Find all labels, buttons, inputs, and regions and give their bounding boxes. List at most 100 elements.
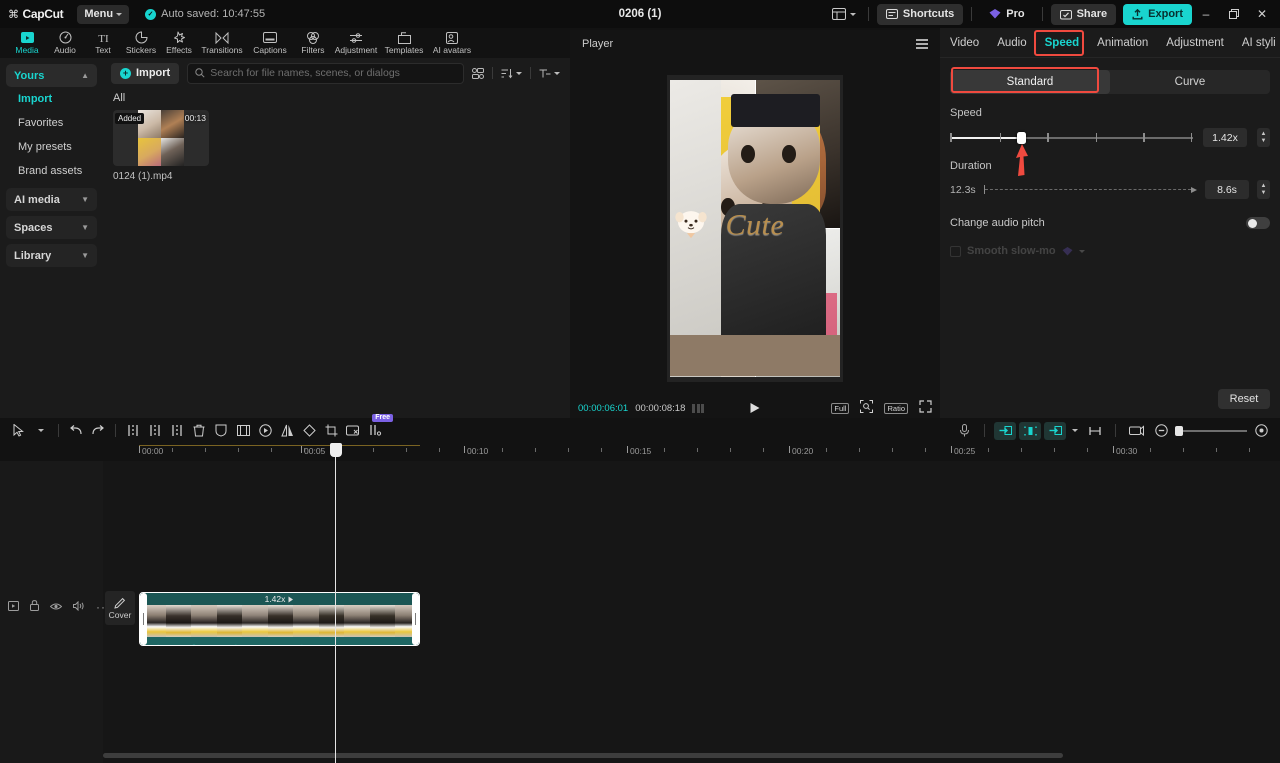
delete-button[interactable] [188,420,210,442]
redo-button[interactable] [87,420,109,442]
cover-button[interactable]: Cover [105,591,135,625]
layout-button[interactable] [828,6,860,22]
sidebar-item-favorites[interactable]: Favorites [6,111,97,135]
track-lock-toggle[interactable] [30,598,39,616]
remove-bg-button[interactable] [342,420,364,442]
nav-item-ai-avatars[interactable]: AI avatars [428,28,476,58]
timeline-horizontal-scrollbar[interactable] [103,753,1273,758]
nav-item-transitions[interactable]: Transitions [198,28,246,58]
tab-animation[interactable]: Animation [1097,37,1148,49]
nav-item-captions[interactable]: Captions [246,28,294,58]
auto-speed-button[interactable] [994,422,1016,440]
checkbox-icon[interactable] [950,246,961,257]
freeze-button[interactable] [232,420,254,442]
track-visibility-toggle[interactable] [50,598,62,616]
speed-slider[interactable] [950,131,1193,145]
sidebar-group-yours[interactable]: Yours ▲ [6,64,97,87]
record-voiceover-button[interactable] [953,420,975,442]
menu-button[interactable]: Menu [77,5,129,24]
view-grid-button[interactable] [472,68,484,79]
magnetic-snap-button[interactable] [1019,422,1041,440]
playhead[interactable] [335,443,336,763]
track-thumbnail-toggle[interactable] [8,598,19,616]
shortcuts-button[interactable]: Shortcuts [877,4,963,25]
pro-button[interactable]: Pro [980,4,1033,25]
sidebar-group-spaces[interactable]: Spaces ▼ [6,216,97,239]
overlay-text[interactable]: Cute [726,208,785,242]
mirror-button[interactable] [276,420,298,442]
speed-tool-button[interactable] [254,420,276,442]
select-tool[interactable] [8,420,30,442]
timeline-ruler[interactable]: 00:00 00:05 00:10 00:15 00:20 [0,443,1280,461]
frames-icon[interactable] [692,404,704,413]
share-button[interactable]: Share [1051,4,1117,25]
video-canvas[interactable]: Cute [667,75,843,382]
maximize-button[interactable] [1220,0,1248,28]
crop-button[interactable] [320,420,342,442]
nav-item-stickers[interactable]: Stickers [122,28,160,58]
close-button[interactable]: ✕ [1248,0,1276,28]
filter-button[interactable] [539,68,560,79]
trim-right-button[interactable] [166,420,188,442]
full-button[interactable]: Full [831,403,849,414]
sidebar-item-import[interactable]: Import [6,87,97,111]
speed-stepper[interactable]: ▲▼ [1257,128,1270,147]
duration-value[interactable]: 8.6s [1205,180,1249,199]
nav-item-templates[interactable]: Templates [380,28,428,58]
export-button[interactable]: Export [1123,4,1192,25]
sidebar-item-brand-assets[interactable]: Brand assets [6,159,97,183]
auto-cut-button[interactable]: Free [364,420,386,442]
tab-speed[interactable]: Speed [1045,37,1080,49]
minimize-button[interactable]: – [1192,0,1220,28]
nav-item-effects[interactable]: Effects [160,28,198,58]
rotate-button[interactable] [298,420,320,442]
change-audio-pitch-toggle[interactable] [1246,217,1270,229]
track-mute-toggle[interactable] [73,598,85,616]
speed-slider-knob[interactable] [1017,132,1026,144]
speed-mode-curve[interactable]: Curve [1110,70,1270,94]
sidebar-group-library[interactable]: Library ▼ [6,244,97,267]
play-button[interactable] [751,403,760,413]
zoom-slider-knob[interactable] [1175,426,1183,436]
tab-video[interactable]: Video [950,37,979,49]
speed-value[interactable]: 1.42x [1203,128,1247,147]
nav-item-audio[interactable]: Audio [46,28,84,58]
timeline-clip[interactable]: 1.42x [139,592,420,646]
auto-adjust-button[interactable] [1044,422,1066,440]
media-thumbnail[interactable]: Added 00:13 [113,110,209,166]
mask-button[interactable] [210,420,232,442]
reset-button[interactable]: Reset [1218,389,1270,409]
nav-item-adjustment[interactable]: Adjustment [332,28,380,58]
media-card[interactable]: Added 00:13 0124 (1).mp4 [113,110,209,182]
sidebar-group-ai-media[interactable]: AI media ▼ [6,188,97,211]
clip-handle-right[interactable] [412,593,419,645]
nav-item-text[interactable]: TI Text [84,28,122,58]
ratio-button[interactable]: Ratio [884,403,908,414]
duration-stepper[interactable]: ▲▼ [1257,180,1270,199]
zoom-out-button[interactable] [1150,420,1172,442]
playhead-handle[interactable] [330,443,342,457]
tab-audio[interactable]: Audio [997,37,1026,49]
media-filter-all[interactable]: All [103,88,570,110]
trim-left-button[interactable] [144,420,166,442]
select-tool-dropdown[interactable] [30,420,52,442]
undo-button[interactable] [65,420,87,442]
sort-button[interactable] [501,68,522,79]
sidebar-item-my-presets[interactable]: My presets [6,135,97,159]
player-menu-button[interactable] [916,39,928,49]
tab-adjustment[interactable]: Adjustment [1166,37,1224,49]
zoom-in-button[interactable] [1250,420,1272,442]
nav-item-media[interactable]: Media [8,28,46,58]
link-clip-button[interactable] [1084,420,1106,442]
nav-item-filters[interactable]: Filters [294,28,332,58]
split-button[interactable] [122,420,144,442]
speed-mode-standard[interactable]: Standard [950,70,1110,94]
search-input[interactable]: Search for file names, scenes, or dialog… [187,63,464,84]
timeline-zoom-slider[interactable] [1175,430,1247,432]
zoom-fit-button[interactable] [860,400,873,416]
keyframe-button[interactable] [1125,420,1147,442]
fullscreen-button[interactable] [919,400,932,416]
clip-handle-left[interactable] [140,593,147,645]
tab-ai-stylize[interactable]: AI styli [1242,37,1276,49]
import-button[interactable]: + Import [111,63,179,84]
